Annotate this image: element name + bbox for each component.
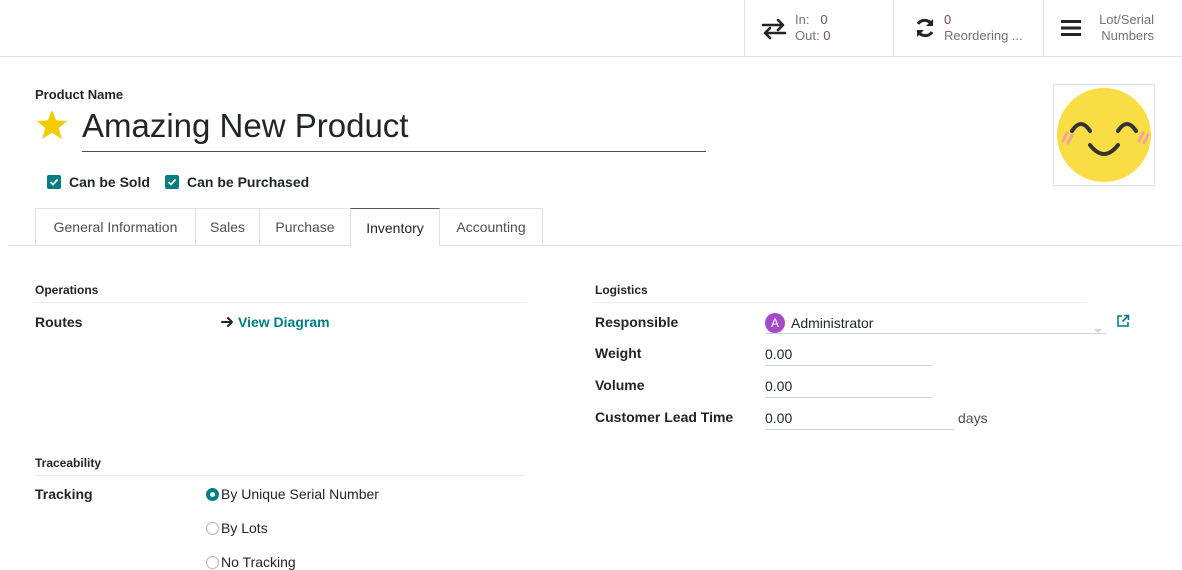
routes-label: Routes bbox=[35, 314, 83, 330]
tracking-lots-label: By Lots bbox=[221, 520, 268, 536]
refresh-icon bbox=[914, 17, 936, 42]
tab-inventory[interactable]: Inventory bbox=[350, 208, 440, 247]
tracking-serial-label: By Unique Serial Number bbox=[221, 486, 379, 502]
tracking-label: Tracking bbox=[35, 486, 93, 502]
product-name-input[interactable]: Amazing New Product bbox=[82, 104, 706, 152]
checkmark-icon bbox=[47, 175, 61, 189]
logistics-section-title: Logistics bbox=[595, 283, 1085, 303]
volume-input[interactable]: 0.00 bbox=[765, 376, 932, 398]
tab-purchase[interactable]: Purchase bbox=[259, 208, 351, 246]
lot-serial-label-line1: Lot/Serial bbox=[1099, 12, 1154, 27]
in-out-moves-button[interactable]: In: 0 Out: 0 bbox=[744, 0, 893, 56]
can-be-purchased-checkbox[interactable]: Can be Purchased bbox=[165, 174, 309, 190]
customer-lead-time-input[interactable]: 0.00 bbox=[765, 408, 954, 430]
in-value: 0 bbox=[820, 12, 828, 27]
tab-general-information[interactable]: General Information bbox=[35, 208, 196, 246]
favorite-star-icon[interactable] bbox=[35, 109, 69, 144]
view-diagram-button[interactable]: View Diagram bbox=[221, 314, 330, 330]
reordering-rules-button[interactable]: 0 Reordering ... bbox=[893, 0, 1043, 56]
radio-unselected-icon bbox=[206, 555, 219, 569]
operations-section-title: Operations bbox=[35, 283, 525, 303]
tracking-serial-radio[interactable]: By Unique Serial Number bbox=[206, 486, 379, 502]
tracking-lots-radio[interactable]: By Lots bbox=[206, 520, 268, 536]
responsible-field[interactable]: A Administrator bbox=[765, 312, 1106, 334]
smart-buttons-bar: In: 0 Out: 0 0 Reordering ... Lot/Serial… bbox=[0, 0, 1182, 57]
responsible-value: Administrator bbox=[791, 314, 874, 331]
radio-unselected-icon bbox=[206, 521, 219, 535]
responsible-label: Responsible bbox=[595, 314, 679, 330]
lot-serial-label-line2: Numbers bbox=[1101, 28, 1154, 43]
volume-label: Volume bbox=[595, 377, 645, 393]
tracking-none-label: No Tracking bbox=[221, 554, 296, 570]
tab-sales[interactable]: Sales bbox=[195, 208, 260, 246]
arrow-right-icon bbox=[221, 316, 234, 328]
smiley-face-icon bbox=[1057, 88, 1151, 182]
product-image[interactable] bbox=[1053, 84, 1155, 186]
reordering-label: Reordering ... bbox=[944, 28, 1023, 43]
product-name-label: Product Name bbox=[35, 87, 124, 102]
in-label: In: bbox=[795, 12, 810, 27]
view-diagram-label: View Diagram bbox=[238, 314, 330, 330]
caret-down-icon[interactable] bbox=[1094, 319, 1102, 339]
out-label: Out: bbox=[795, 28, 820, 43]
lot-serial-numbers-button[interactable]: Lot/Serial Numbers bbox=[1043, 0, 1182, 56]
weight-input[interactable]: 0.00 bbox=[765, 344, 932, 366]
traceability-section-title: Traceability bbox=[35, 456, 525, 476]
checkmark-icon bbox=[165, 175, 179, 189]
radio-selected-icon bbox=[206, 487, 219, 501]
can-be-sold-label: Can be Sold bbox=[69, 174, 150, 190]
tracking-none-radio[interactable]: No Tracking bbox=[206, 554, 296, 570]
transfer-arrows-icon bbox=[761, 18, 787, 43]
can-be-purchased-label: Can be Purchased bbox=[187, 174, 310, 190]
reordering-count: 0 bbox=[944, 12, 952, 27]
list-bars-icon bbox=[1061, 19, 1081, 40]
weight-label: Weight bbox=[595, 345, 642, 361]
customer-lead-time-label: Customer Lead Time bbox=[595, 409, 734, 425]
out-value: 0 bbox=[823, 28, 831, 43]
avatar: A bbox=[765, 312, 785, 333]
tab-accounting[interactable]: Accounting bbox=[439, 208, 543, 246]
can-be-sold-checkbox[interactable]: Can be Sold bbox=[47, 174, 150, 190]
external-link-icon[interactable] bbox=[1116, 314, 1130, 331]
lead-time-unit: days bbox=[958, 410, 988, 426]
